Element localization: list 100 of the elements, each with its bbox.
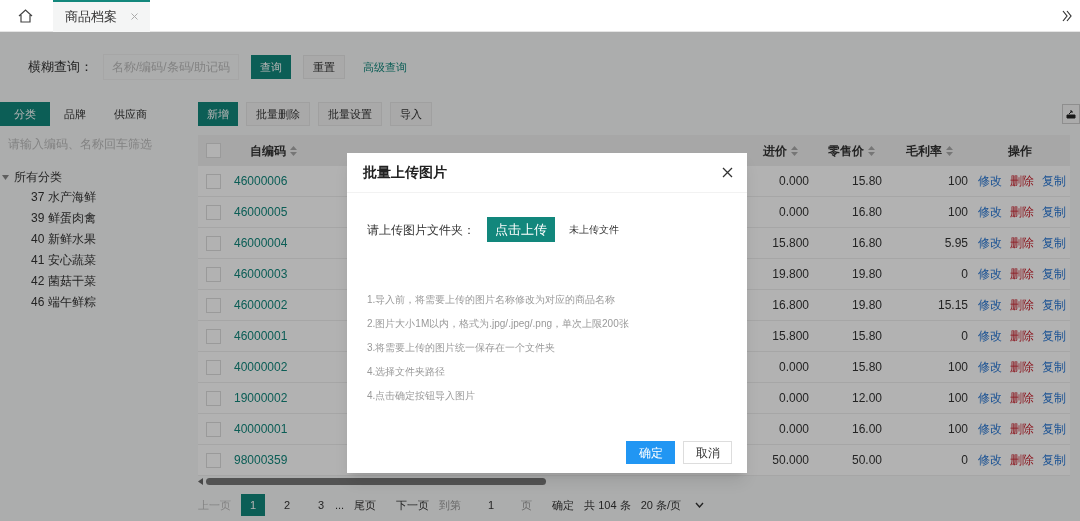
- reset-button[interactable]: 重置: [303, 55, 345, 79]
- upload-button[interactable]: 点击上传: [487, 217, 555, 242]
- tree-item[interactable]: 42 菌菇干菜: [0, 271, 180, 292]
- checkbox[interactable]: [205, 204, 221, 220]
- delete-link[interactable]: 删除: [1010, 420, 1034, 438]
- close-icon[interactable]: [722, 167, 733, 178]
- tree-item[interactable]: 41 安心蔬菜: [0, 250, 180, 271]
- search-button[interactable]: 查询: [251, 55, 291, 79]
- delete-link[interactable]: 删除: [1010, 265, 1034, 283]
- table-cell[interactable]: 46000002: [234, 298, 288, 312]
- tree-item[interactable]: 所有分类: [14, 168, 62, 186]
- checkbox[interactable]: [205, 421, 221, 437]
- checkbox[interactable]: [205, 143, 221, 158]
- delete-link[interactable]: 删除: [1010, 296, 1034, 314]
- copy-link[interactable]: 复制: [1042, 389, 1066, 407]
- double-chevron-icon[interactable]: [1062, 9, 1072, 22]
- copy-link[interactable]: 复制: [1042, 327, 1066, 345]
- table-cell[interactable]: 46000004: [234, 236, 288, 250]
- table-cell: 100: [947, 205, 968, 219]
- table-cell: 100: [947, 174, 968, 188]
- sort-icon[interactable]: [868, 145, 875, 156]
- copy-link[interactable]: 复制: [1042, 420, 1066, 438]
- table-cell: 16.80: [851, 236, 882, 250]
- checkbox[interactable]: [205, 266, 221, 282]
- table-cell[interactable]: 40000002: [234, 360, 288, 374]
- confirm-page-button[interactable]: 确定: [552, 496, 575, 514]
- edit-link[interactable]: 修改: [978, 265, 1002, 283]
- sort-icon[interactable]: [289, 145, 297, 156]
- tree-item[interactable]: 46 端午鲜粽: [0, 292, 180, 313]
- edit-link[interactable]: 修改: [978, 420, 1002, 438]
- cancel-button[interactable]: 取消: [683, 441, 732, 464]
- chevron-down-icon[interactable]: [695, 502, 704, 508]
- checkbox[interactable]: [205, 452, 221, 468]
- edit-link[interactable]: 修改: [978, 296, 1002, 314]
- table-cell[interactable]: 19000002: [234, 391, 288, 405]
- table-cell: 15.80: [851, 329, 882, 343]
- tree-item[interactable]: 37 水产海鲜: [0, 187, 180, 208]
- home-icon[interactable]: [18, 8, 33, 23]
- edit-link[interactable]: 修改: [978, 358, 1002, 376]
- toolbar-button[interactable]: 导入: [390, 102, 432, 126]
- delete-link[interactable]: 删除: [1010, 203, 1034, 221]
- scroll-left-icon[interactable]: [198, 477, 203, 485]
- delete-link[interactable]: 删除: [1010, 234, 1034, 252]
- copy-link[interactable]: 复制: [1042, 265, 1066, 283]
- sort-icon[interactable]: [790, 145, 798, 156]
- page-button[interactable]: 2: [275, 494, 299, 516]
- table-cell: 19.80: [851, 298, 882, 312]
- edit-link[interactable]: 修改: [978, 203, 1002, 221]
- edit-link[interactable]: 修改: [978, 172, 1002, 190]
- page-field[interactable]: 1: [471, 496, 512, 514]
- caret-icon[interactable]: [2, 173, 9, 181]
- table-cell: 15.80: [851, 174, 882, 188]
- table-cell[interactable]: 98000359: [234, 453, 288, 467]
- edit-link[interactable]: 修改: [978, 451, 1002, 469]
- sidebar-tab[interactable]: 供应商: [100, 102, 161, 126]
- table-cell[interactable]: 46000003: [234, 267, 288, 281]
- copy-link[interactable]: 复制: [1042, 358, 1066, 376]
- edit-link[interactable]: 修改: [978, 327, 1002, 345]
- page-button[interactable]: 3: [309, 494, 333, 516]
- copy-link[interactable]: 复制: [1042, 451, 1066, 469]
- table-cell[interactable]: 46000006: [234, 174, 288, 188]
- advanced-search-link[interactable]: 高级查询: [363, 58, 407, 76]
- checkbox[interactable]: [205, 173, 221, 189]
- delete-link[interactable]: 删除: [1010, 327, 1034, 345]
- last-page-link[interactable]: 尾页: [354, 496, 377, 514]
- table-cell: 0.000: [778, 391, 809, 405]
- table-cell[interactable]: 40000001: [234, 422, 288, 436]
- checkbox[interactable]: [205, 359, 221, 375]
- toolbar-button[interactable]: 批量设置: [318, 102, 382, 126]
- checkbox[interactable]: [205, 390, 221, 406]
- export-icon[interactable]: [1062, 104, 1080, 124]
- copy-link[interactable]: 复制: [1042, 296, 1066, 314]
- copy-link[interactable]: 复制: [1042, 234, 1066, 252]
- delete-link[interactable]: 删除: [1010, 172, 1034, 190]
- page-button[interactable]: 1: [241, 494, 265, 516]
- checkbox[interactable]: [205, 297, 221, 313]
- edit-link[interactable]: 修改: [978, 389, 1002, 407]
- next-page-link[interactable]: 下一页: [396, 496, 430, 514]
- confirm-button[interactable]: 确定: [626, 441, 675, 464]
- table-cell[interactable]: 46000005: [234, 205, 288, 219]
- toolbar-button[interactable]: 批量删除: [246, 102, 310, 126]
- total-count: 共 104 条: [584, 497, 631, 513]
- edit-link[interactable]: 修改: [978, 234, 1002, 252]
- page-size-select[interactable]: 20 条/页: [640, 496, 704, 514]
- copy-link[interactable]: 复制: [1042, 203, 1066, 221]
- page-tab[interactable]: 商品档案: [53, 0, 150, 32]
- tree-item[interactable]: 40 新鲜水果: [0, 229, 180, 250]
- sidebar-tab[interactable]: 品牌: [50, 102, 100, 126]
- toolbar-button[interactable]: 新增: [198, 102, 238, 126]
- checkbox[interactable]: [205, 235, 221, 251]
- delete-link[interactable]: 删除: [1010, 451, 1034, 469]
- scrollbar-thumb[interactable]: [206, 477, 546, 485]
- copy-link[interactable]: 复制: [1042, 172, 1066, 190]
- delete-link[interactable]: 删除: [1010, 358, 1034, 376]
- table-cell[interactable]: 46000001: [234, 329, 288, 343]
- sort-icon[interactable]: [945, 145, 953, 156]
- delete-link[interactable]: 删除: [1010, 389, 1034, 407]
- tree-item[interactable]: 39 鲜蛋肉禽: [0, 208, 180, 229]
- sidebar-tab[interactable]: 分类: [0, 102, 50, 126]
- checkbox[interactable]: [205, 328, 221, 344]
